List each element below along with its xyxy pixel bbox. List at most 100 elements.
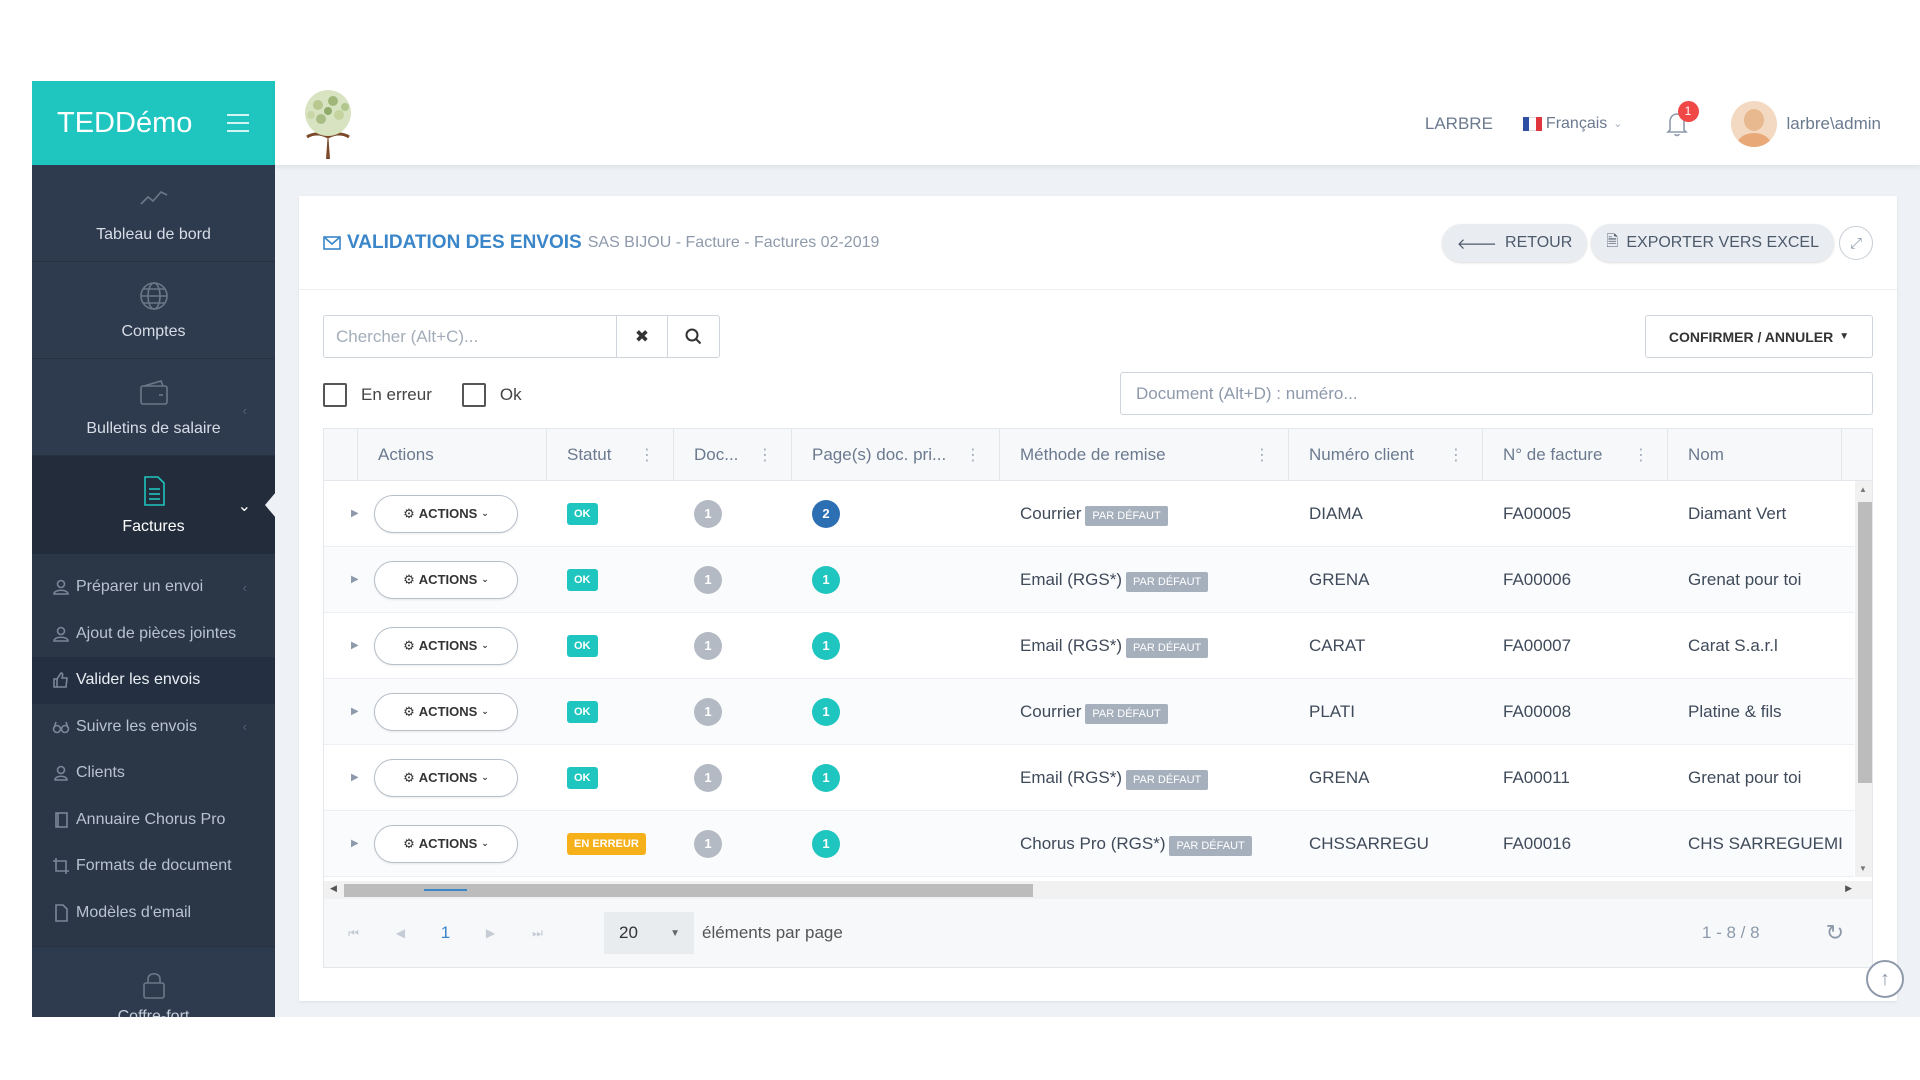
column-menu-icon[interactable]: ⋮ (639, 445, 655, 465)
doc-count-badge: 1 (694, 565, 722, 594)
expand-row-icon[interactable]: ▶ (324, 679, 358, 744)
search-button[interactable] (668, 315, 720, 358)
hamburger-menu-icon[interactable] (227, 114, 249, 132)
confirm-cancel-dropdown[interactable]: CONFIRMER / ANNULER ▼ (1645, 315, 1873, 358)
sidebar-item-coffre-fort[interactable]: Coffre-fort (32, 946, 275, 1017)
next-page-icon[interactable]: ▶ (467, 926, 514, 940)
search-input[interactable] (323, 315, 616, 358)
sidebar-item-factures[interactable]: Factures ⌄ (32, 456, 276, 554)
sidebar-item-suivre-envois[interactable]: Suivre les envois ‹ (32, 704, 275, 751)
cell-actions: ⚙ ACTIONS ⌄ (358, 547, 547, 612)
sidebar-item-pieces-jointes[interactable]: Ajout de pièces jointes (32, 611, 275, 658)
row-actions-label: ACTIONS (418, 572, 478, 587)
cogs-icon: ⚙ (403, 769, 415, 785)
table-row[interactable]: ▶ ⚙ ACTIONS ⌄ EN ERREUR 1 1 Chorus Pro (RGS*) PA… (324, 811, 1854, 877)
export-excel-button[interactable]: 🗎 EXPORTER VERS EXCEL (1591, 224, 1834, 262)
row-actions-label: ACTIONS (418, 836, 478, 851)
table-row[interactable]: ▶ ⚙ ACTIONS ⌄ OK 1 1 Email (RGS*) PAR DÉFAUT CARA… (324, 613, 1854, 679)
prev-page-icon[interactable]: ◀ (377, 926, 424, 940)
sidebar-item-formats-document[interactable]: Formats de document (32, 843, 275, 890)
scrollbar-thumb[interactable] (1858, 502, 1872, 783)
expand-row-icon[interactable]: ▶ (324, 811, 358, 876)
scroll-right-icon[interactable]: ▶ (1845, 883, 1852, 894)
column-numero-client[interactable]: Numéro client ⋮ (1289, 429, 1483, 481)
filter-ok[interactable]: Ok (461, 383, 522, 407)
first-page-icon[interactable]: ⏮ (330, 926, 377, 941)
client-number: CARAT (1309, 635, 1366, 655)
sidebar-item-preparer-envoi[interactable]: Préparer un envoi ‹ (32, 564, 275, 611)
expand-button[interactable]: ⤢ (1839, 226, 1873, 260)
table-row[interactable]: ▶ ⚙ ACTIONS ⌄ OK 1 1 Email (RGS*) PAR DÉFAUT GREN… (324, 745, 1854, 811)
last-page-icon[interactable]: ⏭ (514, 926, 561, 941)
table-row[interactable]: ▶ ⚙ ACTIONS ⌄ OK 1 1 Email (RGS*) PAR DÉFAUT GREN… (324, 547, 1854, 613)
column-doc[interactable]: Doc... ⋮ (674, 429, 792, 481)
document-icon (143, 476, 165, 506)
horizontal-scrollbar[interactable]: ◀ ▶ (324, 881, 1872, 899)
sidebar-item-annuaire-chorus[interactable]: Annuaire Chorus Pro (32, 797, 275, 844)
column-expand (324, 429, 358, 481)
row-actions-button[interactable]: ⚙ ACTIONS ⌄ (374, 824, 518, 863)
filter-error-checkbox[interactable] (323, 383, 347, 407)
document-number-input[interactable] (1120, 372, 1873, 415)
scroll-up-icon[interactable]: ▲ (1859, 485, 1867, 494)
scroll-to-top-button[interactable]: ↑ (1866, 960, 1904, 998)
chevron-down-icon: ⌄ (481, 838, 489, 848)
refresh-icon[interactable]: ↻ (1826, 920, 1844, 946)
column-actions[interactable]: Actions (358, 429, 547, 481)
current-page[interactable]: 1 (424, 889, 467, 943)
column-menu-icon[interactable]: ⋮ (1254, 445, 1270, 465)
sidebar-item-modeles-email[interactable]: Modèles d'email (32, 890, 275, 937)
sidebar-item-tableau-de-bord[interactable]: Tableau de bord (32, 165, 275, 262)
scroll-down-icon[interactable]: ▼ (1859, 864, 1867, 873)
delivery-method: Email (RGS*) (1020, 569, 1123, 589)
excel-file-icon: 🗎 (1606, 232, 1619, 250)
cell-pages: 1 (792, 679, 1000, 744)
row-actions-button[interactable]: ⚙ ACTIONS ⌄ (374, 692, 518, 731)
column-label: Nom (1688, 445, 1724, 464)
row-actions-button[interactable]: ⚙ ACTIONS ⌄ (374, 758, 518, 797)
column-nom[interactable]: Nom (1668, 429, 1842, 481)
sidebar-item-clients[interactable]: Clients (32, 750, 275, 797)
client-number: GRENA (1309, 767, 1370, 787)
column-statut[interactable]: Statut ⋮ (547, 429, 674, 481)
column-facture[interactable]: N° de facture ⋮ (1483, 429, 1668, 481)
row-actions-button[interactable]: ⚙ ACTIONS ⌄ (374, 560, 518, 599)
column-menu-icon[interactable]: ⋮ (1448, 445, 1464, 465)
table-row[interactable]: ▶ ⚙ ACTIONS ⌄ OK 1 1 Courrier PAR DÉFAUT PLATI FA0… (324, 679, 1854, 745)
row-actions-button[interactable]: ⚙ ACTIONS ⌄ (374, 494, 518, 533)
sidebar-item-bulletins[interactable]: Bulletins de salaire ‹ (32, 359, 275, 456)
filter-error[interactable]: En erreur (323, 383, 432, 407)
page-count-badge: 1 (812, 763, 840, 792)
clear-search-button[interactable]: ✖ (616, 315, 668, 358)
client-name: Grenat pour toi (1688, 569, 1802, 589)
language-selector[interactable]: Français ⌄ (1522, 115, 1623, 133)
page-size-select[interactable]: 20 ▼ (604, 912, 694, 954)
row-actions-button[interactable]: ⚙ ACTIONS ⌄ (374, 626, 518, 665)
expand-row-icon[interactable]: ▶ (324, 613, 358, 678)
table-row[interactable]: ▶ ⚙ ACTIONS ⌄ OK 1 2 Courrier PAR DÉFAUT DIAMA FA0… (324, 481, 1854, 547)
cell-methode: Courrier PAR DÉFAUT (1000, 679, 1289, 744)
doc-count-badge: 1 (694, 829, 722, 858)
expand-row-icon[interactable]: ▶ (324, 745, 358, 810)
search-icon (685, 328, 702, 345)
page-count-badge: 2 (812, 499, 840, 528)
expand-row-icon[interactable]: ▶ (324, 547, 358, 612)
envelope-icon (323, 235, 341, 250)
cell-numero-client: DIAMA (1289, 481, 1483, 546)
notifications-button[interactable]: 1 (1665, 100, 1699, 137)
column-methode[interactable]: Méthode de remise ⋮ (1000, 429, 1289, 481)
org-name: LARBRE (1424, 113, 1493, 133)
back-button[interactable]: 🡐 RETOUR (1441, 224, 1588, 262)
scroll-left-icon[interactable]: ◀ (330, 883, 337, 894)
filter-ok-checkbox[interactable] (461, 383, 486, 407)
column-menu-icon[interactable]: ⋮ (965, 445, 981, 465)
column-pages[interactable]: Page(s) doc. pri... ⋮ (792, 429, 1000, 481)
column-menu-icon[interactable]: ⋮ (757, 445, 773, 465)
expand-row-icon[interactable]: ▶ (324, 481, 358, 546)
avatar (1730, 100, 1777, 147)
sidebar-item-comptes[interactable]: Comptes (32, 262, 275, 359)
vertical-scrollbar[interactable]: ▲ ▼ (1855, 481, 1872, 877)
column-menu-icon[interactable]: ⋮ (1633, 445, 1649, 465)
sidebar-item-valider-envois[interactable]: Valider les envois (32, 657, 275, 704)
user-menu[interactable]: larbre\admin (1730, 100, 1881, 147)
